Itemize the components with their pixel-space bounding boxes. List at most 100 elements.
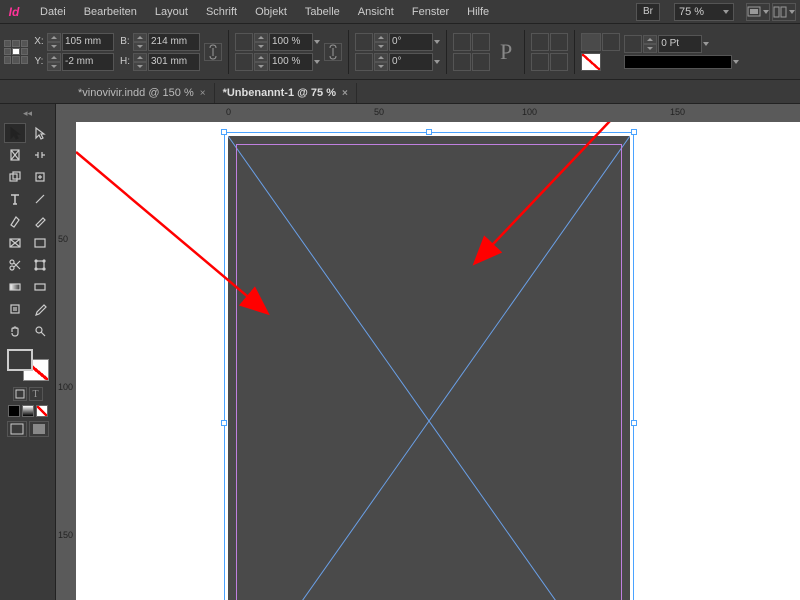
strokewt-spinner[interactable] — [643, 35, 657, 53]
menubar: Id Datei Bearbeiten Layout Schrift Objek… — [0, 0, 800, 24]
play-icon[interactable] — [602, 33, 620, 51]
gradient-swatch-tool[interactable] — [4, 277, 26, 297]
x-spinner[interactable] — [47, 33, 61, 51]
zoom-dropdown[interactable]: 75 % — [674, 3, 734, 21]
gradient-feather-tool[interactable] — [29, 277, 51, 297]
pen-tool[interactable] — [4, 211, 26, 231]
scissors-tool[interactable] — [4, 255, 26, 275]
stroke-swatch[interactable] — [581, 53, 601, 71]
zoom-value: 75 % — [679, 6, 704, 18]
selection-tool[interactable] — [4, 123, 26, 143]
page-tool[interactable] — [4, 145, 26, 165]
scaley-spinner[interactable] — [254, 53, 268, 71]
chevron-down-icon[interactable] — [733, 60, 739, 64]
select-next-icon[interactable] — [550, 53, 568, 71]
h-input[interactable]: 301 mm — [148, 53, 200, 71]
select-prev-icon[interactable] — [531, 53, 549, 71]
fill-swatch[interactable] — [581, 33, 601, 51]
eyedropper-tool[interactable] — [29, 299, 51, 319]
menu-file[interactable]: Datei — [32, 4, 74, 20]
h-spinner[interactable] — [133, 53, 147, 71]
menu-object[interactable]: Objekt — [247, 4, 295, 20]
rectangle-frame-tool[interactable] — [4, 233, 26, 253]
canvas[interactable]: 0 50 100 150 200 — [76, 104, 800, 600]
apply-color-icon[interactable] — [8, 405, 20, 417]
chevron-down-icon[interactable] — [434, 40, 440, 44]
panel-grip-icon[interactable]: ◂◂ — [2, 108, 53, 119]
stroke-style-dropdown[interactable] — [624, 55, 732, 69]
reference-point[interactable] — [4, 40, 28, 64]
ruler-tick-label: 0 — [226, 107, 231, 117]
close-icon[interactable]: × — [342, 88, 348, 99]
app-logo: Id — [4, 3, 24, 21]
workarea: ◂◂ T — [0, 104, 800, 600]
h-label: H: — [118, 56, 132, 67]
direct-selection-tool[interactable] — [29, 123, 51, 143]
screen-mode-button[interactable] — [746, 3, 770, 21]
chevron-down-icon — [763, 10, 769, 14]
constrain-wh-icon[interactable] — [204, 43, 222, 61]
content-placer-tool[interactable] — [29, 167, 51, 187]
shear-icon — [355, 53, 373, 71]
ruler-tick-label: 50 — [374, 107, 384, 117]
scalex-spinner[interactable] — [254, 33, 268, 51]
document-tabs: *vinovivir.indd @ 150 % × *Unbenannt-1 @… — [0, 80, 800, 104]
annotation-arrow-1 — [76, 122, 796, 600]
menu-layout[interactable]: Layout — [147, 4, 196, 20]
rotate-spinner[interactable] — [374, 33, 388, 51]
content-collector-tool[interactable] — [4, 167, 26, 187]
scale-x-input[interactable]: 100 % — [269, 33, 313, 51]
w-label: B: — [118, 36, 132, 47]
w-input[interactable]: 214 mm — [148, 33, 200, 51]
formatting-text-icon[interactable]: T — [29, 387, 43, 401]
note-tool[interactable] — [4, 299, 26, 319]
scale-y-input[interactable]: 100 % — [269, 53, 313, 71]
close-icon[interactable]: × — [200, 88, 206, 99]
chevron-down-icon[interactable] — [703, 42, 709, 46]
view-mode-preview-icon[interactable] — [29, 421, 49, 437]
flip-v-icon[interactable] — [472, 53, 490, 71]
x-input[interactable]: 105 mm — [62, 33, 114, 51]
y-spinner[interactable] — [47, 53, 61, 71]
menu-window[interactable]: Fenster — [404, 4, 457, 20]
w-spinner[interactable] — [133, 33, 147, 51]
free-transform-tool[interactable] — [29, 255, 51, 275]
constrain-scale-icon[interactable] — [324, 43, 342, 61]
menu-table[interactable]: Tabelle — [297, 4, 348, 20]
stroke-weight-input[interactable]: 0 Pt — [658, 35, 702, 53]
control-bar: X: 105 mm Y: -2 mm B: 214 mm H: 301 mm 1… — [0, 24, 800, 80]
ruler-tick-label: 150 — [58, 530, 73, 540]
type-tool[interactable] — [4, 189, 26, 209]
chevron-down-icon[interactable] — [314, 60, 320, 64]
line-tool[interactable] — [29, 189, 51, 209]
fill-stroke-swatches[interactable] — [7, 349, 49, 381]
hand-tool[interactable] — [4, 321, 26, 341]
apply-gradient-icon[interactable] — [22, 405, 34, 417]
horizontal-ruler[interactable]: 0 50 100 150 200 — [76, 104, 800, 122]
shear-spinner[interactable] — [374, 53, 388, 71]
rotate-input[interactable]: 0° — [389, 33, 433, 51]
chevron-down-icon — [723, 10, 729, 14]
pencil-tool[interactable] — [29, 211, 51, 231]
rectangle-tool[interactable] — [29, 233, 51, 253]
rotate-ccw-icon[interactable] — [453, 53, 471, 71]
tab-doc-1[interactable]: *vinovivir.indd @ 150 % × — [70, 83, 215, 103]
ruler-tick-label: 50 — [58, 234, 68, 244]
tab-label: *vinovivir.indd @ 150 % — [78, 87, 194, 99]
y-input[interactable]: -2 mm — [62, 53, 114, 71]
gap-tool[interactable] — [29, 145, 51, 165]
chevron-down-icon[interactable] — [434, 60, 440, 64]
vertical-ruler[interactable]: 50 100 150 — [56, 104, 76, 600]
tab-doc-2[interactable]: *Unbenannt-1 @ 75 % × — [215, 83, 357, 103]
zoom-tool[interactable] — [29, 321, 51, 341]
formatting-container-icon[interactable] — [13, 387, 27, 401]
menu-edit[interactable]: Bearbeiten — [76, 4, 145, 20]
view-mode-normal-icon[interactable] — [7, 421, 27, 437]
fill-color-swatch[interactable] — [7, 349, 33, 371]
arrange-button[interactable] — [772, 3, 796, 21]
chevron-down-icon[interactable] — [314, 40, 320, 44]
apply-none-icon[interactable] — [36, 405, 48, 417]
ruler-tick-label: 100 — [522, 107, 537, 117]
paragraph-style-icon[interactable]: P — [494, 39, 518, 65]
shear-input[interactable]: 0° — [389, 53, 433, 71]
